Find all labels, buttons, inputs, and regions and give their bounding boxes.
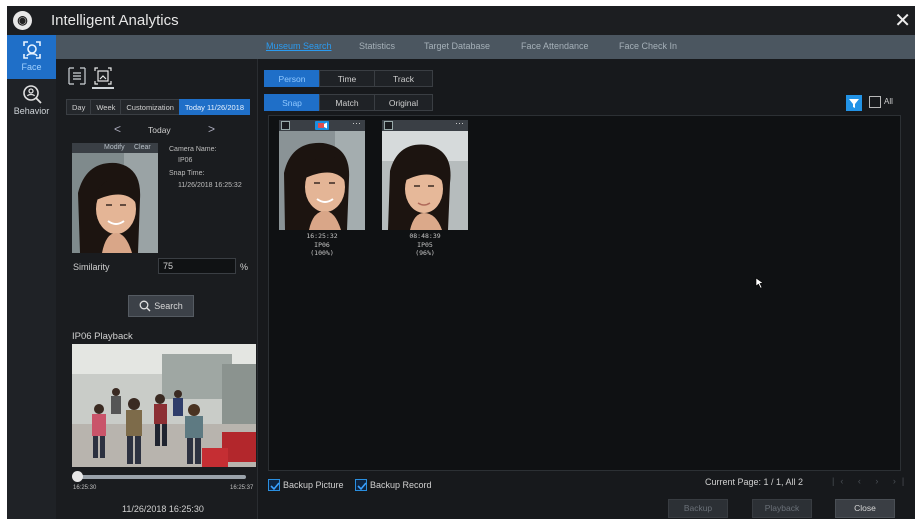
backup-record-option[interactable]: Backup Record [355, 479, 432, 491]
more-options-icon[interactable]: ··· [455, 118, 464, 128]
week-button[interactable]: Week [90, 99, 122, 115]
view-tabs: Snap Match Original [264, 94, 433, 111]
today-button[interactable]: Today 11/26/2018 [178, 99, 250, 115]
snapshot-toolbar: Modify Clear [72, 143, 158, 153]
tab-face-attendance[interactable]: Face Attendance [521, 41, 589, 51]
result-face-image [279, 131, 365, 230]
search-button-label: Search [154, 301, 183, 311]
title-bar: ◉ Intelligent Analytics ✕ [7, 6, 915, 35]
top-tab-bar: Museum Search Statistics Target Database… [56, 35, 915, 59]
result-camera: IP06 [314, 241, 330, 249]
results-area: Person Time Track Snap Match Original Al… [258, 59, 915, 519]
behavior-icon [22, 85, 42, 104]
result-checkbox[interactable] [384, 121, 393, 130]
result-similarity: (96%) [415, 249, 435, 257]
result-time: 08:48:39 [409, 232, 441, 240]
playback-button[interactable]: Playback [752, 499, 812, 518]
query-face-image [72, 153, 158, 253]
result-camera: IP05 [417, 241, 433, 249]
close-icon[interactable]: ✕ [894, 8, 911, 33]
sidebar-item-label: Behavior [13, 106, 50, 116]
backup-picture-checkbox[interactable] [268, 479, 280, 491]
backup-record-checkbox[interactable] [355, 479, 367, 491]
similarity-unit: % [240, 262, 249, 272]
prev-day-button[interactable]: < [114, 122, 121, 136]
camera-logo-icon: ◉ [13, 11, 32, 30]
sidebar: Face Behavior [7, 35, 56, 519]
sidebar-item-label: Face [21, 62, 42, 72]
playback-video[interactable] [72, 344, 256, 467]
result-card[interactable]: ··· [279, 118, 365, 230]
backup-button[interactable]: Backup [668, 499, 728, 518]
tab-museum-search[interactable]: Museum Search [266, 41, 332, 51]
day-label: Today [148, 125, 171, 135]
day-navigator: < Today > [66, 122, 256, 137]
camera-name-value: IP06 [178, 157, 193, 164]
page-info: Current Page: 1 / 1, All 2 [705, 477, 804, 487]
customization-button[interactable]: Customization [120, 99, 180, 115]
mouse-cursor-icon [755, 277, 764, 289]
tab-target-database[interactable]: Target Database [424, 41, 490, 51]
sidebar-item-behavior[interactable]: Behavior [7, 79, 56, 123]
pagination-controls[interactable]: |‹ ‹ › ›| [832, 476, 910, 486]
camera-name-label: Camera Name: [169, 146, 217, 153]
more-options-icon[interactable]: ··· [352, 118, 361, 128]
filter-button[interactable] [846, 95, 862, 111]
app-window: ◉ Intelligent Analytics ✕ Museum Search … [7, 6, 915, 519]
modify-button[interactable]: Modify [104, 144, 125, 151]
search-button[interactable]: Search [128, 295, 194, 317]
checkmark-icon [357, 482, 367, 491]
snap-time-value: 11/26/2018 16:25:32 [178, 182, 242, 189]
playback-title: IP06 Playback [72, 331, 133, 342]
tab-time[interactable]: Time [319, 70, 375, 87]
playback-start-time: 16:25:30 [73, 485, 97, 491]
snap-time-label: Snap Time: [169, 170, 205, 177]
tab-snap[interactable]: Snap [264, 94, 320, 111]
camera-badge-icon [315, 121, 329, 130]
result-face-image [382, 131, 468, 230]
tab-track[interactable]: Track [374, 70, 433, 87]
select-all-checkbox[interactable] [869, 96, 881, 108]
close-button[interactable]: Close [835, 499, 895, 518]
face-icon [22, 41, 41, 59]
face-image-search-icon[interactable] [94, 67, 112, 85]
result-card-header: ··· [382, 118, 468, 131]
results-grid: ··· 16:25:32 IP06 (100%) ··· 08:48:39 IP… [268, 115, 901, 471]
list-search-icon[interactable] [68, 67, 86, 85]
app-title: Intelligent Analytics [51, 12, 179, 29]
tab-original[interactable]: Original [374, 94, 433, 111]
search-icon [139, 300, 151, 312]
tab-face-check-in[interactable]: Face Check In [619, 41, 677, 51]
filter-icon [849, 99, 859, 108]
result-card-header: ··· [279, 118, 365, 131]
result-similarity: (100%) [310, 249, 334, 257]
sidebar-item-face[interactable]: Face [7, 35, 56, 79]
tab-person[interactable]: Person [264, 70, 320, 87]
result-time: 16:25:32 [306, 232, 338, 240]
playback-slider-knob[interactable] [72, 471, 83, 482]
similarity-label: Similarity [73, 262, 110, 272]
mode-tabs: Person Time Track [264, 70, 433, 87]
select-all-label: All [884, 97, 893, 106]
playback-timestamp: 11/26/2018 16:25:30 [122, 504, 204, 514]
next-day-button[interactable]: > [208, 122, 215, 136]
similarity-input[interactable] [158, 258, 236, 274]
clear-button[interactable]: Clear [134, 144, 151, 151]
result-card[interactable]: ··· [382, 118, 468, 230]
playback-slider[interactable] [72, 471, 246, 482]
backup-record-label: Backup Record [370, 480, 432, 490]
mode-underline [92, 87, 114, 89]
playback-end-time: 16:25:37 [230, 485, 254, 491]
tab-statistics[interactable]: Statistics [359, 41, 395, 51]
date-range-bar: Day Week Customization Today 11/26/2018 [66, 99, 250, 115]
result-checkbox[interactable] [281, 121, 290, 130]
backup-picture-label: Backup Picture [283, 480, 344, 490]
tab-match[interactable]: Match [319, 94, 375, 111]
search-panel: Day Week Customization Today 11/26/2018 … [56, 59, 258, 519]
day-button[interactable]: Day [66, 99, 92, 115]
backup-picture-option[interactable]: Backup Picture [268, 479, 344, 491]
checkmark-icon [270, 482, 280, 491]
